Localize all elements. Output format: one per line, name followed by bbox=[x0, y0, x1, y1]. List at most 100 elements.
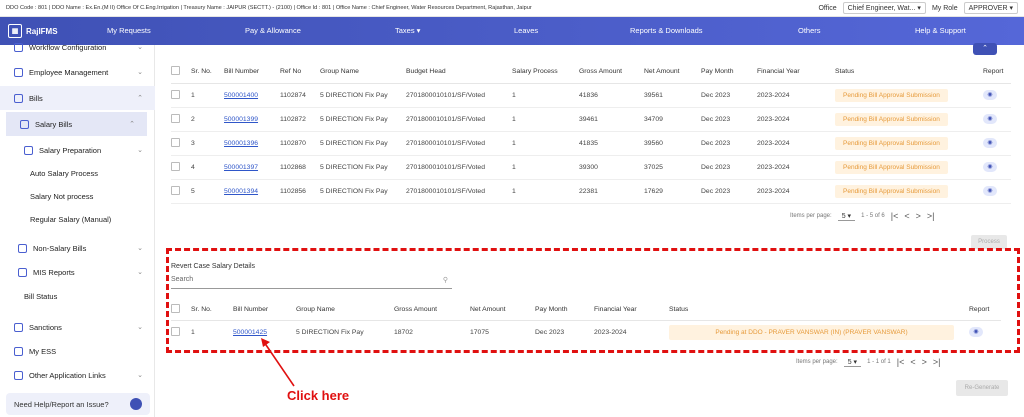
process-button[interactable]: Process bbox=[971, 235, 1007, 249]
col-financial-year: Financial Year bbox=[757, 61, 835, 84]
next-page-icon[interactable]: > bbox=[922, 357, 927, 367]
row-checkbox[interactable] bbox=[171, 89, 180, 99]
table-header-row: Sr. No. Bill Number Group Name Gross Amo… bbox=[171, 300, 1001, 321]
sidebar-item-auto-salary[interactable]: Auto Salary Process bbox=[0, 161, 155, 185]
table-header-row: Sr. No. Bill Number Ref No Group Name Bu… bbox=[171, 61, 1011, 84]
bill-number-link[interactable]: 500001399 bbox=[224, 116, 258, 123]
chevron-down-icon: ⌄ bbox=[137, 245, 143, 252]
row-checkbox[interactable] bbox=[171, 161, 180, 171]
first-page-icon[interactable]: |< bbox=[891, 211, 899, 221]
bill-number-link[interactable]: 500001396 bbox=[224, 140, 258, 147]
chevron-down-icon: ⌄ bbox=[137, 324, 143, 331]
bill-number-link[interactable]: 500001397 bbox=[224, 164, 258, 171]
collapse-button[interactable]: ⌃ bbox=[973, 43, 997, 55]
eye-icon[interactable]: ◉ bbox=[983, 162, 997, 172]
sidebar-item-bills[interactable]: Bills ⌃ bbox=[0, 86, 155, 110]
sidebar-item-my-ess[interactable]: My ESS bbox=[0, 339, 155, 363]
role-label: My Role bbox=[931, 4, 958, 12]
paginator-top: Items per page: 5 ▾ 1 - 5 of 6 |< < > >| bbox=[790, 211, 935, 221]
chevron-down-icon: ⌄ bbox=[137, 69, 143, 76]
sidebar-item-bill-status[interactable]: Bill Status bbox=[0, 284, 155, 308]
salary-bills-icon bbox=[20, 119, 29, 129]
sanctions-icon bbox=[14, 322, 23, 332]
eye-icon[interactable]: ◉ bbox=[983, 186, 997, 196]
page-size-select[interactable]: 5 ▾ bbox=[843, 358, 862, 367]
sidebar-item-salary-bills[interactable]: Salary Bills ⌃ bbox=[6, 112, 147, 136]
brand-name: RajIFMS bbox=[26, 26, 58, 36]
salary-preparation-icon bbox=[24, 145, 33, 155]
nav-help-support[interactable]: Help & Support bbox=[915, 26, 966, 35]
select-all-checkbox[interactable] bbox=[171, 304, 180, 314]
sidebar-item-workflow[interactable]: Workflow Configuration ⌄ bbox=[0, 40, 155, 54]
row-checkbox[interactable] bbox=[171, 185, 180, 195]
page-size-select[interactable]: 5 ▾ bbox=[837, 212, 856, 221]
revert-section-title: Revert Case Salary Details bbox=[171, 263, 256, 270]
role-select[interactable]: APPROVER ▾ bbox=[963, 2, 1018, 14]
col-status: Status bbox=[835, 61, 983, 84]
sidebar-item-salary-preparation[interactable]: Salary Preparation ⌄ bbox=[0, 138, 155, 162]
prev-page-icon[interactable]: < bbox=[904, 211, 909, 221]
eye-icon[interactable]: ◉ bbox=[983, 90, 997, 100]
help-report-issue[interactable]: Need Help/Report an Issue? bbox=[6, 393, 150, 415]
status-badge: Pending Bill Approval Submission bbox=[835, 136, 948, 150]
nav-my-requests[interactable]: My Requests bbox=[107, 26, 151, 35]
col-report: Report bbox=[983, 61, 1011, 84]
click-here-annotation: Click here bbox=[287, 388, 350, 403]
revert-search-input[interactable]: Search ⚲ bbox=[171, 276, 452, 289]
chevron-up-icon: ⌃ bbox=[137, 95, 143, 102]
bills-icon bbox=[14, 93, 23, 103]
sidebar-item-salary-not-process[interactable]: Salary Not process bbox=[0, 184, 155, 208]
employee-icon bbox=[14, 67, 23, 77]
table-row: 4 500001397 1102868 5 DIRECTION Fix Pay … bbox=[171, 155, 1011, 180]
status-badge: Pending Bill Approval Submission bbox=[835, 112, 948, 126]
sidebar-item-regular-salary[interactable]: Regular Salary (Manual) bbox=[0, 207, 155, 231]
next-page-icon[interactable]: > bbox=[916, 211, 921, 221]
eye-icon[interactable]: ◉ bbox=[983, 138, 997, 148]
prev-page-icon[interactable]: < bbox=[910, 357, 915, 367]
col-pay-month: Pay Month bbox=[701, 61, 757, 84]
sidebar-item-employee-management[interactable]: Employee Management ⌄ bbox=[0, 60, 155, 84]
nav-reports-downloads[interactable]: Reports & Downloads bbox=[630, 26, 703, 35]
bill-number-link[interactable]: 500001394 bbox=[224, 188, 258, 195]
col-net-amount: Net Amount bbox=[644, 61, 701, 84]
nav-leaves[interactable]: Leaves bbox=[514, 26, 538, 35]
nav-others[interactable]: Others bbox=[798, 26, 821, 35]
last-page-icon[interactable]: >| bbox=[927, 211, 935, 221]
revert-bill-number-link[interactable]: 500001425 bbox=[233, 329, 267, 336]
bill-number-link[interactable]: 500001400 bbox=[224, 92, 258, 99]
info-bar: DDO Code : 801 | DDO Name : Ex.En.(M II)… bbox=[0, 0, 1024, 17]
chevron-down-icon: ⌄ bbox=[137, 44, 143, 51]
row-checkbox[interactable] bbox=[171, 137, 180, 147]
annotation-arrow-icon bbox=[261, 338, 295, 387]
office-label: Office bbox=[818, 4, 837, 12]
sidebar-item-other-links[interactable]: Other Application Links ⌄ bbox=[0, 363, 155, 387]
regenerate-button[interactable]: Re-Generate bbox=[956, 380, 1008, 396]
row-checkbox[interactable] bbox=[171, 326, 180, 336]
col-ref-no: Ref No bbox=[280, 61, 320, 84]
status-badge: Pending Bill Approval Submission bbox=[835, 88, 948, 102]
table-row: 1 500001400 1102874 5 DIRECTION Fix Pay … bbox=[171, 83, 1011, 108]
help-bubble-icon bbox=[130, 398, 142, 410]
row-checkbox[interactable] bbox=[171, 113, 180, 123]
col-budget-head: Budget Head bbox=[406, 61, 512, 84]
chevron-down-icon: ⌄ bbox=[137, 269, 143, 276]
status-badge: Pending Bill Approval Submission bbox=[835, 184, 948, 198]
chevron-down-icon: ⌄ bbox=[137, 372, 143, 379]
sidebar-item-sanctions[interactable]: Sanctions ⌄ bbox=[0, 315, 155, 339]
select-all-checkbox[interactable] bbox=[171, 66, 180, 76]
nav-taxes[interactable]: Taxes ▾ bbox=[395, 26, 420, 35]
eye-icon[interactable]: ◉ bbox=[969, 327, 983, 338]
table-row: 5 500001394 1102856 5 DIRECTION Fix Pay … bbox=[171, 179, 1011, 204]
chevron-up-icon: ⌃ bbox=[129, 121, 135, 128]
sidebar-item-mis-reports[interactable]: MIS Reports ⌄ bbox=[0, 260, 155, 284]
office-select[interactable]: Chief Engineer, Wat... ▾ bbox=[842, 2, 926, 14]
eye-icon[interactable]: ◉ bbox=[983, 114, 997, 124]
salary-bills-table: Sr. No. Bill Number Ref No Group Name Bu… bbox=[171, 61, 1011, 204]
nav-pay-allowance[interactable]: Pay & Allowance bbox=[245, 26, 301, 35]
last-page-icon[interactable]: >| bbox=[933, 357, 941, 367]
sidebar-item-non-salary-bills[interactable]: Non-Salary Bills ⌄ bbox=[0, 236, 155, 260]
first-page-icon[interactable]: |< bbox=[897, 357, 905, 367]
workflow-icon bbox=[14, 42, 23, 52]
mis-reports-icon bbox=[18, 267, 27, 277]
non-salary-bills-icon bbox=[18, 243, 27, 253]
